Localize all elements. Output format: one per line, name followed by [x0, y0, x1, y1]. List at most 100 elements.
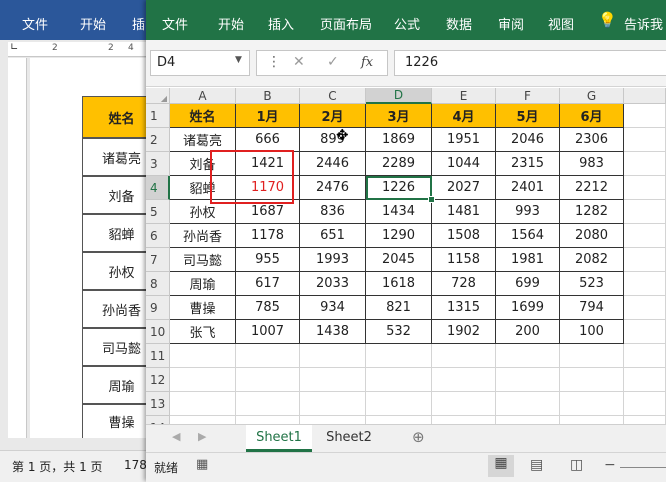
value-cell[interactable]: 836	[300, 200, 366, 224]
empty-cell[interactable]	[624, 320, 666, 344]
column-header-f[interactable]: F	[496, 88, 560, 104]
value-cell[interactable]: 651	[300, 224, 366, 248]
active-cell[interactable]: 1226	[366, 176, 432, 200]
value-cell[interactable]: 1421	[236, 152, 300, 176]
name-cell[interactable]: 刘备	[170, 152, 236, 176]
value-cell[interactable]: 2212	[560, 176, 624, 200]
formula-input[interactable]: 1226	[394, 50, 666, 76]
row-header-2[interactable]: 2	[146, 128, 170, 152]
zoom-slider[interactable]	[620, 467, 666, 468]
empty-cell[interactable]	[624, 224, 666, 248]
value-cell[interactable]: 1618	[366, 272, 432, 296]
name-cell[interactable]: 貂蝉	[170, 176, 236, 200]
value-cell[interactable]: 2045	[366, 248, 432, 272]
empty-cell[interactable]	[624, 368, 666, 392]
value-cell[interactable]: 2401	[496, 176, 560, 200]
scroll-right-icon[interactable]: ▶	[198, 430, 206, 443]
row-header-7[interactable]: 7	[146, 248, 170, 272]
value-cell[interactable]: 794	[560, 296, 624, 320]
empty-cell[interactable]	[624, 296, 666, 320]
column-header-a[interactable]: A	[170, 88, 236, 104]
value-cell[interactable]: 993	[496, 200, 560, 224]
tab-insert[interactable]: 插入	[268, 14, 294, 33]
empty-cell[interactable]	[624, 152, 666, 176]
name-box[interactable]: D4 ▼	[150, 50, 250, 76]
lightbulb-icon[interactable]: 💡	[598, 11, 617, 29]
table-header-cell[interactable]: 姓名	[170, 104, 236, 128]
value-cell[interactable]: 100	[560, 320, 624, 344]
insert-function-icon[interactable]: fx	[361, 55, 373, 70]
value-cell[interactable]: 785	[236, 296, 300, 320]
value-cell[interactable]: 2306	[560, 128, 624, 152]
value-cell[interactable]: 2082	[560, 248, 624, 272]
value-cell[interactable]: 1902	[432, 320, 496, 344]
value-cell[interactable]: 821	[366, 296, 432, 320]
table-header-cell[interactable]: 3月	[366, 104, 432, 128]
value-cell[interactable]: 2080	[560, 224, 624, 248]
empty-cell[interactable]	[560, 392, 624, 416]
page-layout-view-icon[interactable]: ▤	[530, 457, 543, 473]
select-all-icon[interactable]: ◢	[161, 94, 167, 103]
empty-cell[interactable]	[432, 368, 496, 392]
value-cell[interactable]: 1993	[300, 248, 366, 272]
word-tab-file[interactable]: 文件	[22, 14, 48, 33]
column-header-c[interactable]: C	[300, 88, 366, 104]
empty-cell[interactable]	[236, 368, 300, 392]
value-cell[interactable]: 1178	[236, 224, 300, 248]
tab-formulas[interactable]: 公式	[394, 14, 420, 33]
word-tab-home[interactable]: 开始	[80, 14, 106, 33]
tab-page-layout[interactable]: 页面布局	[320, 14, 372, 33]
empty-cell[interactable]	[366, 368, 432, 392]
empty-cell[interactable]	[432, 392, 496, 416]
row-header-1[interactable]: 1	[146, 104, 170, 128]
empty-cell[interactable]	[236, 344, 300, 368]
value-cell[interactable]: 1508	[432, 224, 496, 248]
value-cell[interactable]: 1282	[560, 200, 624, 224]
table-header-cell[interactable]: 1月	[236, 104, 300, 128]
value-cell[interactable]: 1315	[432, 296, 496, 320]
value-cell[interactable]: 2027	[432, 176, 496, 200]
value-cell[interactable]: 955	[236, 248, 300, 272]
value-cell[interactable]: 1007	[236, 320, 300, 344]
name-cell[interactable]: 周瑜	[170, 272, 236, 296]
tab-review[interactable]: 审阅	[498, 14, 524, 33]
row-header-13[interactable]: 13	[146, 392, 170, 416]
empty-cell[interactable]	[300, 344, 366, 368]
value-cell[interactable]: 728	[432, 272, 496, 296]
value-cell[interactable]: 200	[496, 320, 560, 344]
empty-cell[interactable]	[236, 392, 300, 416]
row-header-4[interactable]: 4	[146, 176, 170, 200]
value-cell[interactable]: 666	[236, 128, 300, 152]
value-cell[interactable]: 1699	[496, 296, 560, 320]
empty-cell[interactable]	[624, 176, 666, 200]
row-header-8[interactable]: 8	[146, 272, 170, 296]
value-cell[interactable]: 1687	[236, 200, 300, 224]
row-header-5[interactable]: 5	[146, 200, 170, 224]
value-cell[interactable]: 2289	[366, 152, 432, 176]
normal-view-icon[interactable]: ▦	[488, 455, 514, 477]
empty-cell[interactable]	[560, 368, 624, 392]
value-cell[interactable]: 1438	[300, 320, 366, 344]
tab-view[interactable]: 视图	[548, 14, 574, 33]
tab-home[interactable]: 开始	[218, 14, 244, 33]
name-cell[interactable]: 孙权	[170, 200, 236, 224]
empty-cell[interactable]	[496, 392, 560, 416]
sheet-tab-sheet2[interactable]: Sheet2	[316, 425, 382, 449]
empty-cell[interactable]	[432, 344, 496, 368]
page-break-view-icon[interactable]: ◫	[570, 457, 583, 473]
fill-handle[interactable]	[428, 196, 435, 203]
row-header-10[interactable]: 10	[146, 320, 170, 344]
empty-cell[interactable]	[496, 368, 560, 392]
table-header-cell[interactable]: 2月	[300, 104, 366, 128]
column-header-partial[interactable]	[624, 88, 666, 104]
empty-cell[interactable]	[170, 368, 236, 392]
value-cell[interactable]: 1170	[236, 176, 300, 200]
value-cell[interactable]: 1951	[432, 128, 496, 152]
column-header-e[interactable]: E	[432, 88, 496, 104]
macro-record-icon[interactable]: ▦	[196, 457, 208, 472]
table-header-cell[interactable]: 6月	[560, 104, 624, 128]
name-cell[interactable]: 张飞	[170, 320, 236, 344]
empty-cell[interactable]	[170, 344, 236, 368]
value-cell[interactable]: 899	[300, 128, 366, 152]
name-cell[interactable]: 曹操	[170, 296, 236, 320]
